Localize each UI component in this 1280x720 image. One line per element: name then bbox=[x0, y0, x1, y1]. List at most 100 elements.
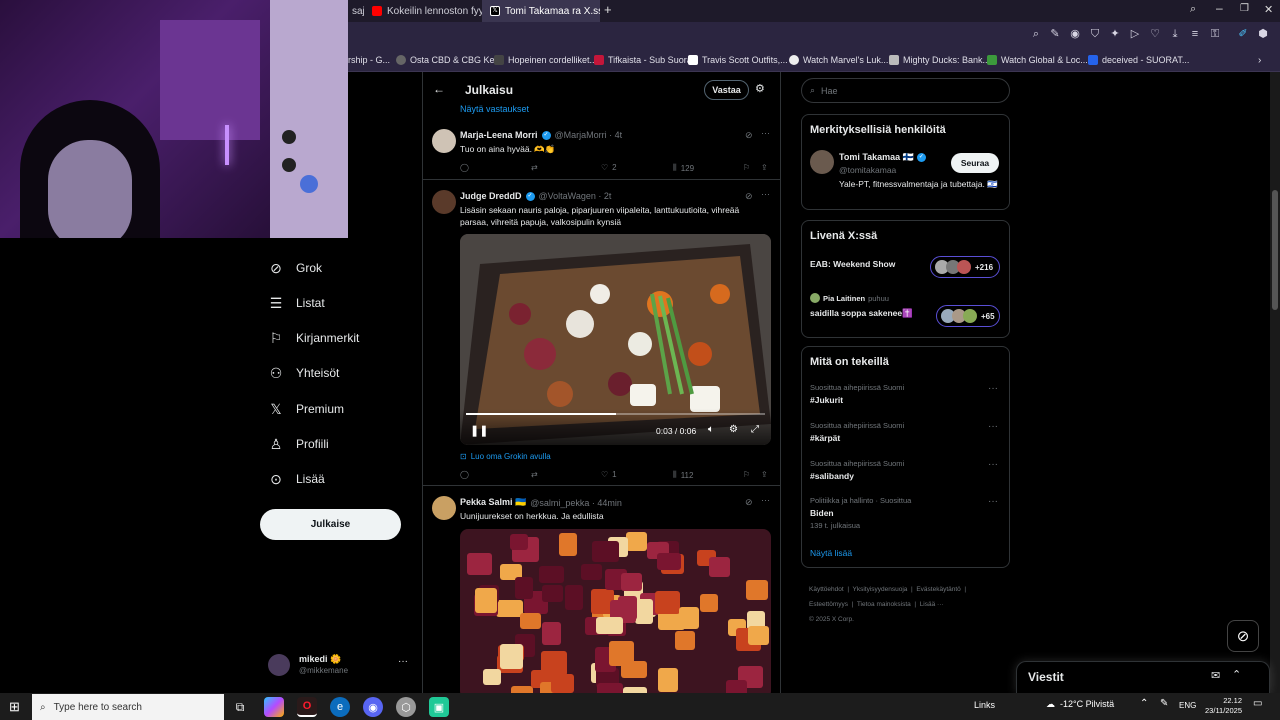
camera-icon[interactable]: ◉ bbox=[1068, 27, 1082, 41]
reply-action[interactable]: ◯ bbox=[460, 163, 469, 172]
browser-tab[interactable]: Kokeilin lennoston fyysise bbox=[364, 0, 482, 22]
footer-link[interactable]: Esteettömyys bbox=[809, 601, 848, 608]
live-listeners[interactable]: +216 bbox=[930, 256, 1000, 278]
nav-item-lists[interactable]: ☰ Listat bbox=[268, 289, 325, 317]
download-icon[interactable]: ⤓ bbox=[1168, 27, 1182, 41]
reply-action[interactable]: ◯ bbox=[460, 470, 469, 479]
trend-item[interactable]: Suosittua aihepiirissä Suomi #kärpät ··· bbox=[810, 421, 1005, 451]
language-indicator[interactable]: ENG bbox=[1179, 701, 1196, 710]
edge-icon[interactable]: e bbox=[330, 697, 350, 717]
video-player[interactable]: ❚❚ 0:03 / 0:06 🔈︎ ⚙ ⤢ bbox=[460, 234, 771, 445]
play-icon[interactable]: ▷ bbox=[1128, 27, 1142, 41]
nav-item-grok[interactable]: ⊘ Grok bbox=[268, 254, 322, 282]
heart-icon[interactable]: ♡ bbox=[1148, 27, 1162, 41]
discord-icon[interactable]: ◉ bbox=[363, 697, 383, 717]
like-action[interactable]: ♡ 1 bbox=[601, 470, 617, 479]
bookmark-action[interactable]: ⚐ bbox=[743, 470, 750, 479]
search-icon[interactable]: ⌕ bbox=[1190, 3, 1196, 16]
notifications-icon[interactable]: ▭ bbox=[1253, 698, 1262, 709]
post-button[interactable]: Julkaise bbox=[260, 509, 401, 540]
taskbar-search-input[interactable]: ⌕ Type here to search bbox=[32, 694, 224, 720]
cube-icon[interactable]: ⬢ bbox=[1256, 27, 1270, 41]
bookmark-item[interactable]: Travis Scott Outfits,... bbox=[688, 48, 788, 72]
app-icon[interactable]: ⬡ bbox=[396, 697, 416, 717]
share-action[interactable]: ⇪ bbox=[761, 470, 768, 479]
chevron-up-icon[interactable]: ⌃ bbox=[1140, 698, 1148, 709]
grok-float-button[interactable]: ⊘ bbox=[1227, 620, 1259, 652]
copilot-icon[interactable] bbox=[264, 697, 284, 717]
show-more-link[interactable]: Näytä lisää bbox=[810, 548, 852, 558]
bookmark-item[interactable]: Hopeinen cordelliket... bbox=[494, 48, 597, 72]
retweet-action[interactable]: ⇄ bbox=[531, 163, 538, 172]
lock-icon[interactable]: ⚿ bbox=[1208, 27, 1222, 41]
browser-tab-active[interactable]: 𝕏 Tomi Takamaa ra X.ssa bbox=[482, 0, 600, 22]
expand-icon[interactable]: ⌃ bbox=[1232, 668, 1241, 681]
tweet[interactable]: Marja-Leena Morri ✓ @MarjaMorri · 4t ⊘ ·… bbox=[423, 122, 780, 180]
tweet[interactable]: Pekka Salmi 🇺🇦 @salmi_pekka · 44min ⊘ ··… bbox=[423, 486, 780, 693]
trend-more-icon[interactable]: ··· bbox=[988, 421, 998, 432]
live-space-title[interactable]: saidilla soppa sakenee✝️ bbox=[810, 308, 913, 319]
pause-icon[interactable]: ❚❚ bbox=[470, 424, 488, 437]
tweet-image[interactable] bbox=[460, 529, 771, 693]
nav-item-more[interactable]: ⊙ Lisää bbox=[268, 465, 325, 493]
retweet-action[interactable]: ⇄ bbox=[531, 470, 538, 479]
live-space-title[interactable]: EAB: Weekend Show bbox=[810, 259, 895, 269]
bookmark-item[interactable]: Watch Global & Loc... bbox=[987, 48, 1088, 72]
tweet-more-icon[interactable]: ··· bbox=[761, 128, 770, 138]
nav-item-bookmarks[interactable]: ⚐ Kirjanmerkit bbox=[268, 324, 360, 352]
fullscreen-icon[interactable]: ⤢ bbox=[751, 424, 759, 435]
new-tab-icon[interactable]: + bbox=[604, 2, 612, 17]
follow-button[interactable]: Seuraa bbox=[951, 153, 999, 173]
nav-item-profile[interactable]: ♙ Profiili bbox=[268, 430, 329, 458]
weather-widget[interactable]: ☁ -12°C Pilvistä bbox=[1046, 699, 1114, 710]
volume-icon[interactable]: 🔈︎ bbox=[708, 424, 714, 435]
footer-link[interactable]: Lisää ··· bbox=[920, 601, 944, 608]
account-switcher[interactable]: mikedi 🌼 @mikkemane ··· bbox=[268, 650, 413, 682]
settings-sliders-icon[interactable]: ⚙ bbox=[755, 82, 765, 95]
edit-icon[interactable]: ✎ bbox=[1048, 27, 1062, 41]
back-arrow-icon[interactable]: ← bbox=[433, 82, 445, 96]
avatar[interactable] bbox=[810, 150, 834, 174]
grok-icon[interactable]: ⊘ bbox=[745, 191, 753, 202]
clock[interactable]: 22.12 23/11/2025 bbox=[1202, 696, 1242, 716]
bookmark-item[interactable]: Tifkaista - Sub Suora bbox=[594, 48, 692, 72]
app-icon[interactable]: ▣ bbox=[429, 697, 449, 717]
trend-more-icon[interactable]: ··· bbox=[988, 496, 998, 507]
footer-link[interactable]: Evästekäytäntö bbox=[916, 586, 960, 593]
views-action[interactable]: ⫼ 129 bbox=[673, 163, 694, 173]
pen-icon[interactable]: ✐ bbox=[1236, 27, 1250, 41]
bookmark-item[interactable]: Watch Marvel's Luk... bbox=[789, 48, 888, 72]
search-input[interactable]: ⌕ Hae bbox=[801, 78, 1010, 103]
trend-more-icon[interactable]: ··· bbox=[988, 383, 998, 394]
pen-icon[interactable]: ✎ bbox=[1160, 698, 1168, 709]
messages-drawer[interactable]: Viestit ✉ ⌃ bbox=[1016, 661, 1270, 693]
page-scrollbar[interactable] bbox=[1270, 72, 1280, 693]
trend-item[interactable]: Suosittua aihepiirissä Suomi #salibandy … bbox=[810, 459, 1005, 489]
menu-icon[interactable]: ≡ bbox=[1188, 27, 1202, 41]
close-icon[interactable]: ✕ bbox=[1264, 3, 1273, 16]
links-toolbar[interactable]: Links bbox=[974, 700, 995, 710]
footer-link[interactable]: Käyttöehdot bbox=[809, 586, 844, 593]
grok-icon[interactable]: ⊘ bbox=[745, 130, 753, 141]
footer-link[interactable]: Yksityisyydensuoja bbox=[853, 586, 908, 593]
grok-icon[interactable]: ⊘ bbox=[745, 497, 753, 508]
scrollbar-thumb[interactable] bbox=[1272, 190, 1278, 310]
person-name[interactable]: Tomi Takamaa 🇫🇮 bbox=[839, 152, 914, 163]
footer-link[interactable]: Tietoa mainoksista bbox=[857, 601, 911, 608]
tweet-more-icon[interactable]: ··· bbox=[761, 495, 770, 505]
extension-icon[interactable]: ✦ bbox=[1108, 27, 1122, 41]
reply-button[interactable]: Vastaa bbox=[704, 80, 749, 100]
show-replies-link[interactable]: Näytä vastaukset bbox=[460, 104, 529, 114]
opera-icon[interactable]: O bbox=[297, 697, 317, 717]
grok-create-link[interactable]: ⊡ Luo oma Grokin avulla bbox=[460, 452, 551, 461]
more-bookmarks-icon[interactable]: › bbox=[1258, 48, 1261, 72]
task-view-icon[interactable]: ⧉ bbox=[230, 697, 250, 717]
bookmark-item[interactable]: deceived - SUORAT... bbox=[1088, 48, 1189, 72]
tweet-more-icon[interactable]: ··· bbox=[761, 189, 770, 199]
share-action[interactable]: ⇪ bbox=[761, 163, 768, 172]
live-listeners[interactable]: +65 bbox=[936, 305, 1000, 327]
bookmark-item[interactable]: Osta CBD & CBG Ke... bbox=[396, 48, 502, 72]
new-message-icon[interactable]: ✉ bbox=[1211, 669, 1220, 682]
trend-more-icon[interactable]: ··· bbox=[988, 459, 998, 470]
gear-icon[interactable]: ⚙ bbox=[729, 424, 738, 435]
